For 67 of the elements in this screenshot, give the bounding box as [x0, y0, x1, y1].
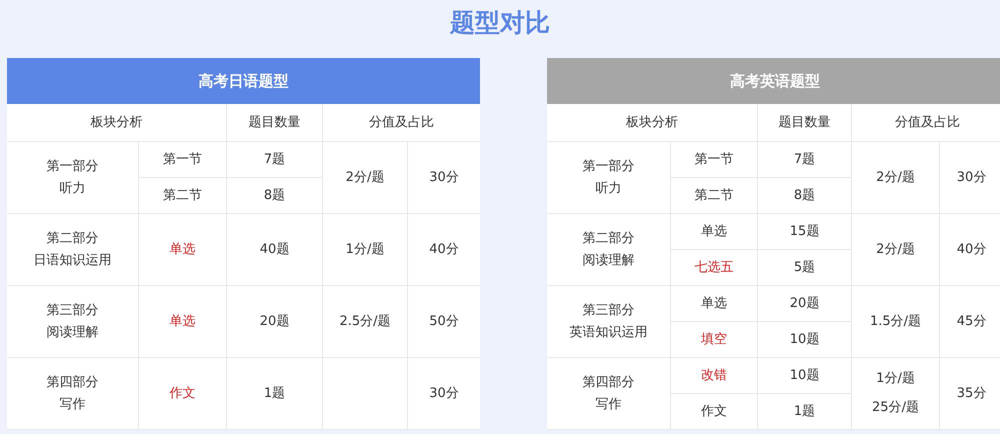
table-cell: 40分	[408, 214, 480, 285]
table-cell: 2.5分/题	[323, 286, 407, 357]
table-cell: 7题	[227, 142, 322, 177]
table-header: 高考日语题型	[7, 58, 480, 104]
column-header: 分值及占比	[852, 104, 1000, 141]
column-header: 板块分析	[7, 104, 226, 141]
table-cell: 5题	[758, 250, 851, 285]
section-part: 第二部分	[46, 230, 98, 248]
section-name: 写作	[596, 396, 622, 414]
section-name: 听力	[60, 180, 86, 198]
table-cell: 10题	[758, 322, 851, 357]
section-name: 阅读理解	[46, 324, 98, 342]
table-cell: 1题	[758, 394, 851, 429]
table-cell: 1分/题	[323, 214, 407, 285]
section-part: 第一部分	[582, 158, 634, 176]
table-cell: 10题	[758, 358, 851, 393]
section-part: 第四部分	[46, 374, 98, 392]
column-header: 题目数量	[227, 104, 322, 141]
section-part: 第四部分	[582, 374, 634, 392]
page-title: 题型对比	[450, 6, 550, 38]
table-cell: 35分	[940, 358, 1000, 429]
column-header: 分值及占比	[323, 104, 480, 141]
table-cell: 45分	[940, 286, 1000, 357]
column-header: 题目数量	[758, 104, 851, 141]
table-cell: 20题	[227, 286, 322, 357]
table-cell: 1题	[227, 358, 322, 429]
section-part: 第三部分	[46, 302, 98, 320]
table-cell: 填空	[671, 322, 757, 357]
table-cell-text: 25分/题	[872, 399, 919, 418]
table-cell: 作文	[671, 394, 757, 429]
table-cell: 40题	[227, 214, 322, 285]
table-cell: 30分	[408, 142, 480, 213]
table-cell: 改错	[671, 358, 757, 393]
table-cell: 第一节	[139, 142, 226, 177]
table-cell: 7题	[758, 142, 851, 177]
table-cell: 1.5分/题	[852, 286, 939, 357]
table-cell: 8题	[227, 178, 322, 213]
table-cell: 2分/题	[323, 142, 407, 213]
section-part: 第一部分	[46, 158, 98, 176]
table-cell-text: 1分/题	[876, 370, 915, 388]
table-header: 高考英语题型	[547, 58, 1000, 104]
table-cell: 20题	[758, 286, 851, 321]
table-cell: 30分	[408, 358, 480, 429]
table-cell: 30分	[940, 142, 1000, 213]
table-cell: 单选	[139, 214, 226, 285]
table-cell: 单选	[671, 214, 757, 249]
table-cell: 15题	[758, 214, 851, 249]
table-cell: 七选五	[671, 250, 757, 285]
table-cell: 单选	[139, 286, 226, 357]
table-cell: 单选	[671, 286, 757, 321]
table-cell: 40分	[940, 214, 1000, 285]
table-cell: 作文	[139, 358, 226, 429]
column-header: 板块分析	[547, 104, 757, 141]
table-cell: 50分	[408, 286, 480, 357]
table-cell: 2分/题	[852, 214, 939, 285]
section-name: 日语知识运用	[34, 252, 112, 270]
section-part: 第二部分	[582, 230, 634, 248]
table-cell: 第二节	[671, 178, 757, 213]
section-part: 第三部分	[582, 302, 634, 320]
section-name: 写作	[60, 396, 86, 414]
table-cell: 8题	[758, 178, 851, 213]
table-cell: 第二节	[139, 178, 226, 213]
section-name: 阅读理解	[582, 252, 634, 270]
table-cell: 2分/题	[852, 142, 939, 213]
section-name: 听力	[596, 180, 622, 198]
table-cell: 第一节	[671, 142, 757, 177]
section-name: 英语知识运用	[570, 324, 648, 342]
